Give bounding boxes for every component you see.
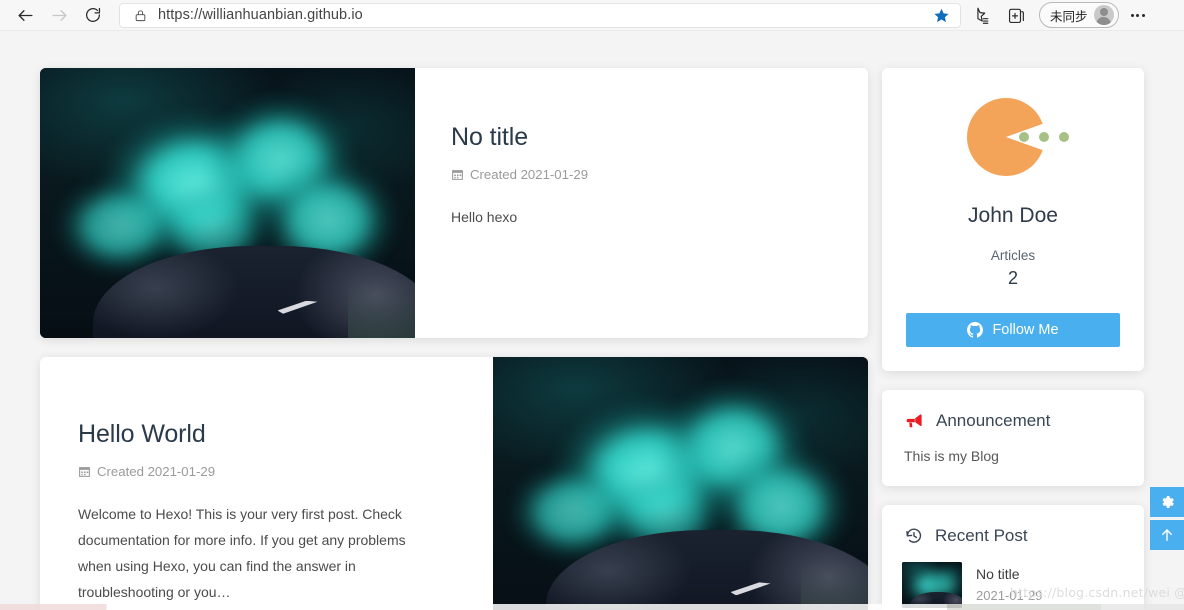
calendar-icon bbox=[452, 170, 463, 180]
post-meta: Created 2021-01-29 bbox=[78, 464, 459, 479]
forward-button[interactable] bbox=[42, 0, 76, 31]
profile-card: John Doe Articles 2 Follow Me bbox=[882, 68, 1144, 371]
arrow-left-icon bbox=[17, 9, 33, 21]
sync-status-text: 未同步 bbox=[1050, 8, 1088, 24]
announcement-text: This is my Blog bbox=[904, 448, 999, 464]
lock-icon bbox=[134, 8, 147, 23]
back-button[interactable] bbox=[8, 0, 42, 31]
arrow-right-icon bbox=[51, 9, 67, 21]
post-card[interactable]: No title Created 2021-01-29 Hello hexo bbox=[40, 68, 868, 338]
articles-count: 2 bbox=[1007, 268, 1018, 288]
announcement-title: Announcement bbox=[936, 411, 1051, 430]
post-title[interactable]: Hello World bbox=[78, 419, 459, 449]
reload-button[interactable] bbox=[76, 0, 110, 31]
profile-name: John Doe bbox=[968, 204, 1058, 227]
history-clock-icon bbox=[906, 528, 922, 543]
recent-post-thumbnail bbox=[902, 562, 962, 608]
bullhorn-icon bbox=[906, 414, 922, 428]
page-viewport: No title Created 2021-01-29 Hello hexo H… bbox=[0, 31, 1184, 610]
browser-toolbar: https://willianhuanbian.github.io 未同步 bbox=[0, 0, 1184, 31]
watermark-text: https://blog.csdn.net/wei @51CTO博客 bbox=[1010, 585, 1184, 600]
follow-me-label: Follow Me bbox=[992, 322, 1059, 338]
post-meta: Created 2021-01-29 bbox=[451, 167, 830, 182]
post-date-text: Created 2021-01-29 bbox=[470, 167, 589, 182]
post-title[interactable]: No title bbox=[451, 122, 830, 152]
recent-post-item-title[interactable]: No title bbox=[976, 566, 1043, 582]
pacman-avatar bbox=[967, 98, 1069, 176]
announcement-card: Announcement This is my Blog bbox=[882, 390, 1144, 486]
post-list: No title Created 2021-01-29 Hello hexo H… bbox=[40, 68, 868, 610]
post-image bbox=[40, 68, 415, 338]
follow-me-button[interactable]: Follow Me bbox=[906, 313, 1120, 347]
recent-post-title: Recent Post bbox=[935, 526, 1028, 545]
address-bar[interactable]: https://willianhuanbian.github.io bbox=[119, 2, 961, 28]
refresh-icon bbox=[86, 7, 101, 23]
github-icon bbox=[967, 322, 984, 338]
post-card[interactable]: Hello World Created 2021-01-29 Welcome t… bbox=[40, 357, 868, 610]
taskbar-strip bbox=[0, 604, 1184, 610]
arrow-up-icon bbox=[1162, 529, 1172, 542]
gear-icon bbox=[1162, 496, 1174, 508]
star-filled-icon[interactable] bbox=[928, 4, 954, 26]
collections-icon[interactable] bbox=[997, 0, 1033, 31]
post-excerpt: Hello hexo bbox=[451, 209, 518, 225]
profile-sync-button[interactable]: 未同步 bbox=[1039, 2, 1119, 28]
post-date-text: Created 2021-01-29 bbox=[97, 464, 216, 479]
ellipsis-icon[interactable] bbox=[1121, 0, 1155, 31]
post-image bbox=[493, 357, 868, 610]
sidebar: John Doe Articles 2 Follow Me Announceme… bbox=[882, 68, 1144, 610]
floating-action-buttons bbox=[1150, 487, 1184, 550]
back-to-top-fab[interactable] bbox=[1150, 520, 1184, 550]
post-excerpt: Welcome to Hexo! This is your very first… bbox=[78, 506, 406, 600]
settings-fab[interactable] bbox=[1150, 487, 1184, 517]
url-text: https://willianhuanbian.github.io bbox=[158, 7, 363, 23]
favorites-add-icon[interactable] bbox=[961, 0, 997, 31]
calendar-icon bbox=[79, 467, 90, 477]
articles-label: Articles bbox=[990, 248, 1036, 263]
profile-avatar-icon bbox=[1093, 5, 1114, 25]
